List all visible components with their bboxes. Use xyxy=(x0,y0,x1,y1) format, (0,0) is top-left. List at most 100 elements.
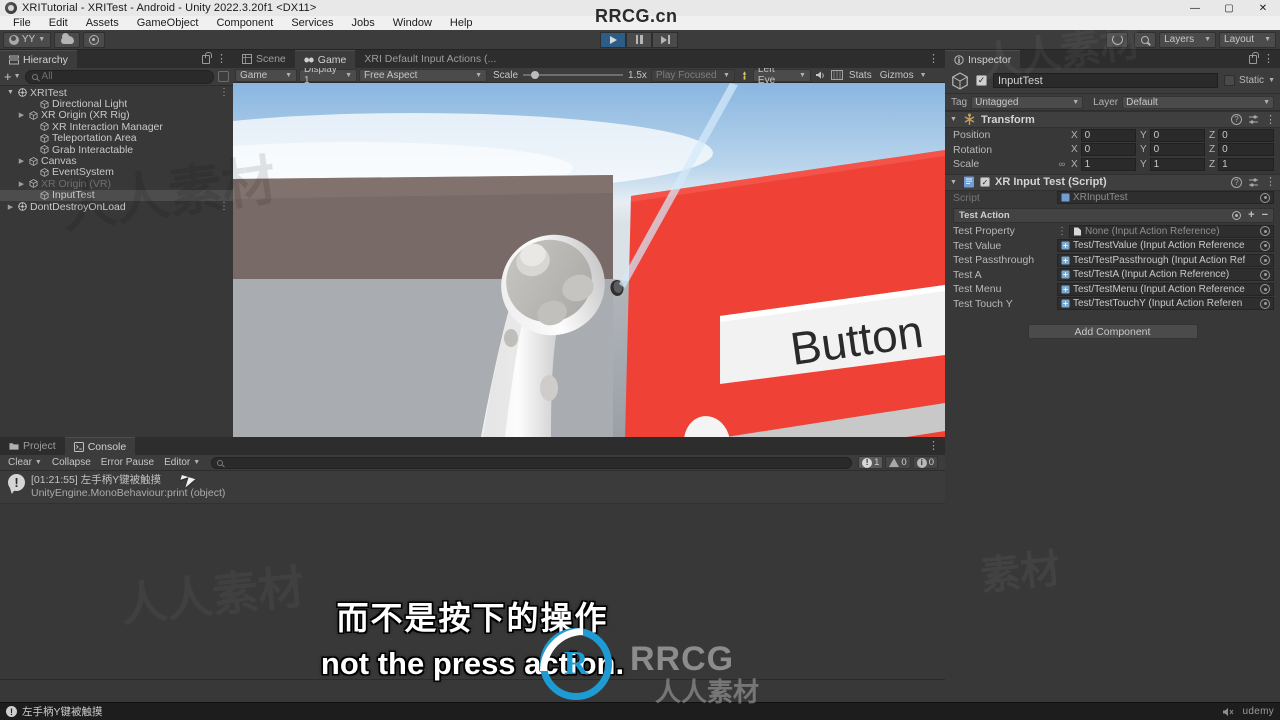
hierarchy-add-button[interactable]: + ▼ xyxy=(4,70,21,83)
chevron-right-icon[interactable]: ▶ xyxy=(17,180,26,188)
lock-icon[interactable] xyxy=(202,51,212,64)
close-button[interactable]: ✕ xyxy=(1246,0,1280,16)
preset-icon[interactable] xyxy=(1248,114,1259,125)
hierarchy-item[interactable]: Directional Light xyxy=(0,98,233,110)
console-log-entry[interactable]: ! [01:21:55] 左手柄Y键被触摸 UnityEngine.MonoBe… xyxy=(0,471,945,504)
editor-settings-button[interactable] xyxy=(83,31,105,48)
object-picker-icon[interactable] xyxy=(1260,298,1270,309)
console-search-input[interactable] xyxy=(211,456,853,469)
axis-y-input[interactable]: 0 xyxy=(1149,143,1205,157)
object-enabled-checkbox[interactable]: ✓ xyxy=(976,75,987,86)
display-target-dropdown[interactable]: Game ▼ xyxy=(235,68,297,82)
hierarchy-item[interactable]: InputTest xyxy=(0,189,233,201)
add-component-button[interactable]: Add Component xyxy=(1027,324,1198,339)
script-component-header[interactable]: ▼ ✓ XR Input Test (Script) ? ⋮ xyxy=(945,173,1280,191)
gameview-menu-icon[interactable]: ⋮ xyxy=(928,54,939,65)
link-scale-icon[interactable]: ∞ xyxy=(1056,159,1068,169)
object-name-input[interactable]: InputTest xyxy=(993,73,1219,88)
minus-icon[interactable]: − xyxy=(1262,210,1268,221)
hierarchy-item[interactable]: XR Interaction Manager xyxy=(0,121,233,133)
static-toggle[interactable]: Static ▼ xyxy=(1224,75,1275,86)
object-picker-icon[interactable] xyxy=(1260,255,1270,266)
property-menu-icon[interactable]: ⋮ xyxy=(1057,226,1067,237)
object-picker-icon[interactable] xyxy=(1260,240,1270,251)
mute-audio-button[interactable] xyxy=(813,69,829,82)
axis-z-input[interactable]: 1 xyxy=(1218,157,1274,171)
input-action-reference-field[interactable]: Test/TestTouchY (Input Action Referen xyxy=(1057,297,1274,311)
editor-dropdown[interactable]: Editor ▼ xyxy=(159,456,205,469)
console-menu-icon[interactable]: ⋮ xyxy=(928,441,939,452)
scale-slider[interactable]: Scale 1.5x xyxy=(489,70,651,81)
stats-button[interactable]: Stats xyxy=(845,70,876,81)
menu-edit[interactable]: Edit xyxy=(40,16,77,30)
tab-console[interactable]: Console xyxy=(64,437,136,455)
mute-audio-icon[interactable] xyxy=(1222,706,1234,718)
scale-slider-track[interactable] xyxy=(523,70,624,79)
console-detail-splitter[interactable] xyxy=(0,679,945,680)
object-picker-icon[interactable] xyxy=(1260,269,1270,280)
help-icon[interactable]: ? xyxy=(1231,114,1242,125)
inspector-menu-icon[interactable]: ⋮ xyxy=(1263,54,1274,65)
frame-debugger-button[interactable] xyxy=(829,69,845,82)
hierarchy-item[interactable]: EventSystem xyxy=(0,166,233,178)
tab-hierarchy[interactable]: Hierarchy xyxy=(0,50,77,68)
tab-project[interactable]: Project xyxy=(0,437,65,455)
hierarchy-item[interactable]: ▶ XR Origin (VR) xyxy=(0,178,233,190)
hierarchy-item[interactable]: ▶ Canvas xyxy=(0,155,233,167)
display-dropdown[interactable]: Display 1 ▼ xyxy=(299,64,357,86)
hierarchy-item-menu-icon[interactable]: ⋮ xyxy=(219,202,229,212)
hierarchy-item[interactable]: ▼ XRITest ⋮ xyxy=(0,87,233,99)
chevron-down-icon[interactable]: ▼ xyxy=(1268,77,1275,84)
static-checkbox[interactable] xyxy=(1224,75,1236,86)
tag-dropdown[interactable]: Untagged ▼ xyxy=(971,95,1084,109)
hierarchy-item[interactable]: Grab Interactable xyxy=(0,144,233,156)
gear-icon[interactable] xyxy=(1232,211,1242,220)
pause-button[interactable] xyxy=(626,31,652,48)
input-action-reference-field[interactable]: Test/TestValue (Input Action Reference xyxy=(1057,239,1274,253)
info-count-toggle[interactable]: i 0 xyxy=(912,456,938,469)
tab-game[interactable]: Game xyxy=(294,50,356,68)
axis-x-input[interactable]: 0 xyxy=(1080,143,1136,157)
chevron-down-icon[interactable]: ▼ xyxy=(949,179,958,186)
chevron-down-icon[interactable]: ▼ xyxy=(949,116,958,123)
status-message[interactable]: 左手柄Y键被触摸 xyxy=(22,704,103,719)
chevron-right-icon[interactable]: ▶ xyxy=(17,157,26,165)
error-pause-button[interactable]: Error Pause xyxy=(96,456,159,469)
error-count-toggle[interactable]: ! 1 xyxy=(858,456,884,469)
play-button[interactable] xyxy=(600,31,626,48)
search-mode-icon[interactable] xyxy=(218,71,229,82)
input-action-reference-field[interactable]: Test/TestA (Input Action Reference) xyxy=(1057,268,1274,282)
menu-help[interactable]: Help xyxy=(441,16,482,30)
vr-device-icon[interactable] xyxy=(737,69,753,82)
scale-slider-knob[interactable] xyxy=(531,70,540,79)
clear-button[interactable]: Clear ▼ xyxy=(3,456,47,469)
script-menu-icon[interactable]: ⋮ xyxy=(1265,177,1276,188)
hierarchy-item[interactable]: ▶ DontDestroyOnLoad ⋮ xyxy=(0,201,233,213)
menu-jobs[interactable]: Jobs xyxy=(343,16,384,30)
chevron-right-icon[interactable]: ▶ xyxy=(6,203,15,211)
collapse-button[interactable]: Collapse xyxy=(47,456,96,469)
gizmos-dropdown[interactable]: Gizmos ▼ xyxy=(876,69,927,82)
eye-dropdown[interactable]: Left Eye ▼ xyxy=(752,64,811,86)
search-button[interactable] xyxy=(1134,31,1157,48)
transform-component-header[interactable]: ▼ Transform ? ⋮ xyxy=(945,111,1280,128)
menu-gameobject[interactable]: GameObject xyxy=(128,16,208,30)
menu-file[interactable]: File xyxy=(4,16,40,30)
warning-count-toggle[interactable]: 0 xyxy=(885,456,911,469)
tab-scene[interactable]: Scene xyxy=(233,50,295,68)
layer-dropdown[interactable]: Default ▼ xyxy=(1122,95,1274,109)
object-picker-icon[interactable] xyxy=(1260,226,1270,237)
input-action-reference-field[interactable]: None (Input Action Reference) xyxy=(1069,224,1274,238)
minimize-button[interactable]: — xyxy=(1178,0,1212,16)
hierarchy-search-input[interactable]: All xyxy=(24,69,214,84)
plus-icon[interactable]: + xyxy=(1248,210,1254,221)
hierarchy-item-menu-icon[interactable]: ⋮ xyxy=(219,88,229,98)
object-picker-icon[interactable] xyxy=(1260,192,1270,203)
axis-x-input[interactable]: 0 xyxy=(1080,128,1136,142)
hierarchy-item[interactable]: ▶ XR Origin (XR Rig) xyxy=(0,109,233,121)
object-picker-icon[interactable] xyxy=(1260,284,1270,295)
tab-inspector[interactable]: Inspector xyxy=(945,50,1021,68)
menu-component[interactable]: Component xyxy=(207,16,282,30)
input-action-reference-field[interactable]: Test/TestPassthrough (Input Action Ref xyxy=(1057,253,1274,267)
input-action-reference-field[interactable]: Test/TestMenu (Input Action Reference xyxy=(1057,282,1274,296)
